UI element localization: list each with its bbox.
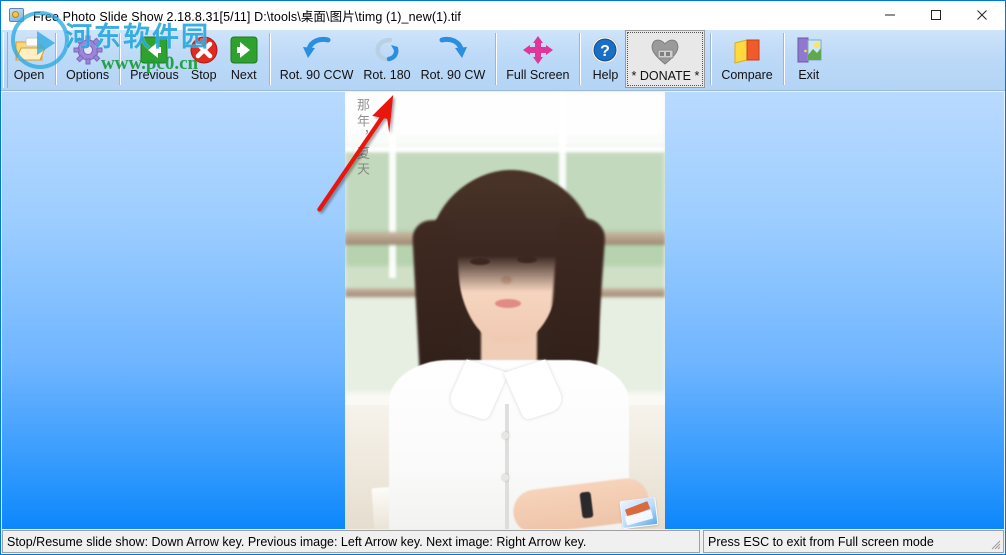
photo-shirt-placket: [505, 404, 509, 529]
photo-watermark-badge-icon: [619, 496, 659, 529]
folder-open-icon: [13, 33, 45, 67]
toolbar-separator: [495, 33, 497, 85]
donate-button-label: * DONATE *: [631, 69, 700, 83]
four-way-arrows-icon: [522, 33, 554, 67]
svg-text:?: ?: [601, 43, 611, 60]
rotate-180-label: Rot. 180: [363, 68, 411, 82]
rotate-ccw-icon: [300, 33, 334, 67]
window-controls: [867, 1, 1005, 29]
previous-button[interactable]: Previous: [125, 30, 184, 88]
main-toolbar: Open Options Previous Stop Next Rot. 90 …: [1, 29, 1005, 91]
heart-donate-icon: [648, 34, 682, 68]
rotate-cw-icon: [436, 33, 470, 67]
next-button-label: Next: [230, 68, 257, 82]
app-photo-icon: [8, 6, 26, 24]
window-title: Free Photo Slide Show 2.18.8.31[5/11] D:…: [33, 9, 461, 24]
displayed-photo[interactable]: 那年，夏天: [345, 92, 665, 529]
full-screen-label: Full Screen: [506, 68, 570, 82]
rotate-90-ccw-label: Rot. 90 CCW: [279, 68, 354, 82]
exit-button-label: Exit: [798, 68, 820, 82]
application-window: Free Photo Slide Show 2.18.8.31[5/11] D:…: [0, 0, 1006, 555]
image-viewer-canvas[interactable]: 那年，夏天: [2, 92, 1004, 529]
open-button[interactable]: Open: [8, 30, 50, 88]
photo-window-mullion: [389, 92, 396, 278]
toolbar-separator: [55, 33, 56, 85]
photo-shirt-button: [502, 432, 509, 439]
photo-overlay-text: 那年，夏天: [355, 98, 370, 178]
donate-button[interactable]: * DONATE *: [625, 30, 706, 88]
red-x-circle-icon: [189, 33, 219, 67]
status-left-panel: Stop/Resume slide show: Down Arrow key. …: [2, 530, 700, 553]
door-exit-icon: [794, 33, 824, 67]
options-button-label: Options: [66, 68, 110, 82]
rotate-90-cw-label: Rot. 90 CW: [420, 68, 486, 82]
toolbar-separator: [119, 33, 121, 85]
photo-shirt-button: [502, 474, 509, 481]
question-circle-icon: ?: [590, 33, 620, 67]
green-left-arrow-icon: [139, 33, 169, 67]
toolbar-separator: [268, 33, 270, 85]
gear-icon: [73, 33, 103, 67]
title-bar: Free Photo Slide Show 2.18.8.31[5/11] D:…: [1, 1, 1005, 29]
toolbar-separator: [579, 33, 581, 85]
rotate-180-icon: [372, 33, 402, 67]
rotate-90-ccw-button[interactable]: Rot. 90 CCW: [275, 30, 359, 88]
green-right-arrow-icon: [229, 33, 259, 67]
rotate-90-cw-button[interactable]: Rot. 90 CW: [416, 30, 491, 88]
maximize-button[interactable]: [913, 1, 959, 29]
toolbar-separator: [710, 33, 712, 85]
help-button-label: Help: [592, 68, 619, 82]
toolbar-separator: [782, 33, 784, 85]
open-button-label: Open: [13, 68, 45, 82]
compare-button[interactable]: Compare: [716, 30, 777, 88]
minimize-button[interactable]: [867, 1, 913, 29]
photo-subject-lips: [495, 299, 521, 308]
previous-button-label: Previous: [130, 68, 179, 82]
status-left-text: Stop/Resume slide show: Down Arrow key. …: [7, 534, 587, 549]
status-right-panel: Press ESC to exit from Full screen mode: [703, 530, 1004, 553]
stop-button-label: Stop: [190, 68, 217, 82]
photo-window-mullion: [345, 146, 665, 152]
stop-button[interactable]: Stop: [184, 30, 224, 88]
close-button[interactable]: [959, 1, 1005, 29]
exit-button[interactable]: Exit: [789, 30, 829, 88]
resize-grip-icon[interactable]: [989, 538, 1001, 550]
two-cards-icon: [731, 33, 763, 67]
full-screen-button[interactable]: Full Screen: [501, 30, 574, 88]
help-button[interactable]: ? Help: [585, 30, 625, 88]
status-bar: Stop/Resume slide show: Down Arrow key. …: [2, 530, 1004, 553]
options-button[interactable]: Options: [61, 30, 114, 88]
rotate-180-button[interactable]: Rot. 180: [358, 30, 415, 88]
status-right-text: Press ESC to exit from Full screen mode: [708, 534, 934, 549]
compare-button-label: Compare: [721, 68, 773, 82]
next-button[interactable]: Next: [224, 30, 264, 88]
